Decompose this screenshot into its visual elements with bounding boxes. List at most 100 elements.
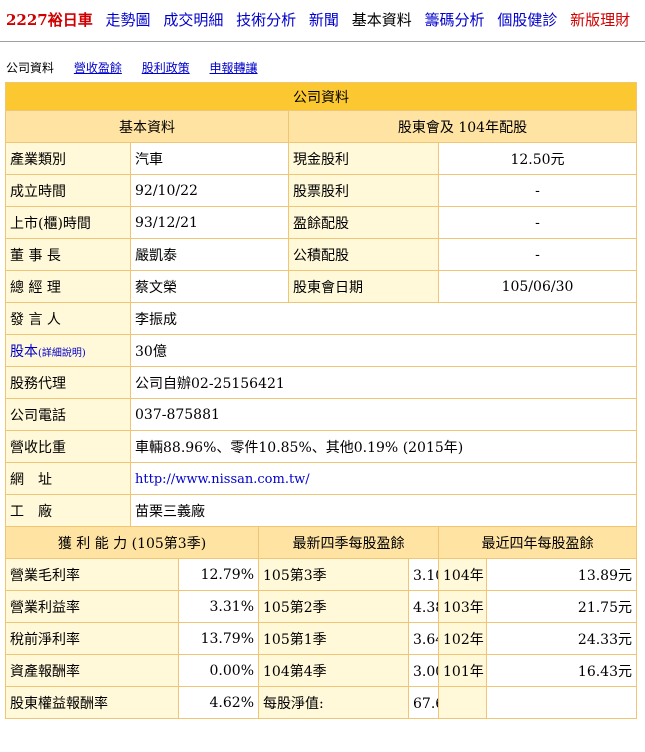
- ratio-value: 13.79%: [178, 622, 259, 655]
- table-row: 營業毛利率 12.79% 105第3季 3.10元 104年 13.89元: [5, 558, 637, 591]
- table-row: 股東權益報酬率 4.62% 每股淨值: 67.60元: [5, 686, 637, 719]
- ratio-label: 資產報酬率: [5, 654, 179, 687]
- table-row: 董 事 長 嚴凱泰 公積配股 -: [5, 238, 637, 271]
- table-row: 公司電話 037-875881: [5, 398, 637, 431]
- annual-eps-header: 最近四年每股盈餘: [438, 526, 637, 559]
- quarter-label: 105第3季: [258, 558, 409, 591]
- nav-link-chip-analysis[interactable]: 籌碼分析: [425, 11, 485, 29]
- ratio-label: 營業毛利率: [5, 558, 179, 591]
- year-eps: 24.33元: [486, 622, 637, 655]
- row-label: 公積配股: [288, 238, 439, 271]
- capital-detail-link[interactable]: (詳細說明): [38, 348, 86, 359]
- year-label: 102年: [438, 622, 487, 655]
- year-eps: 21.75元: [486, 590, 637, 623]
- website-label: 網 址: [5, 462, 131, 495]
- capital-link[interactable]: 股本: [10, 344, 38, 360]
- ratio-value: 0.00%: [178, 654, 259, 687]
- capital-label-cell: 股本(詳細說明): [5, 334, 131, 367]
- quarter-eps: 3.00元: [408, 654, 439, 687]
- quarter-label: 105第1季: [258, 622, 409, 655]
- empty-cell: [486, 686, 637, 719]
- quarter-eps: 3.10元: [408, 558, 439, 591]
- row-label: 產業類別: [5, 142, 131, 175]
- year-label: 103年: [438, 590, 487, 623]
- quarter-label: 105第2季: [258, 590, 409, 623]
- table-row: 上市(櫃)時間 93/12/21 盈餘配股 -: [5, 206, 637, 239]
- table-row: 股本(詳細說明) 30億: [5, 334, 637, 367]
- nav-value: 67.60元: [408, 686, 439, 719]
- quarter-eps: 3.64元: [408, 622, 439, 655]
- table-row: 股務代理 公司自辦02-25156421: [5, 366, 637, 399]
- row-label: 總 經 理: [5, 270, 131, 303]
- factory-value: 苗栗三義廠: [130, 494, 637, 527]
- table-row: 稅前淨利率 13.79% 105第1季 3.64元 102年 24.33元: [5, 622, 637, 655]
- nav-link-basic-info[interactable]: 基本資料: [352, 11, 412, 29]
- ratio-value: 12.79%: [178, 558, 259, 591]
- row-value: 汽車: [130, 142, 289, 175]
- nav-link-news[interactable]: 新聞: [309, 11, 339, 29]
- table-row: 總 經 理 蔡文榮 股東會日期 105/06/30: [5, 270, 637, 303]
- row-label: 上市(櫃)時間: [5, 206, 131, 239]
- table-row: 發 言 人 李振成: [5, 302, 637, 335]
- empty-cell: [438, 686, 487, 719]
- subnav-link-dividend[interactable]: 股利政策: [142, 61, 190, 75]
- subnav-current-company-info: 公司資料: [6, 61, 55, 75]
- year-eps: 16.43元: [486, 654, 637, 687]
- row-label: 股東會日期: [288, 270, 439, 303]
- year-eps: 13.89元: [486, 558, 637, 591]
- table-row: 產業類別 汽車 現金股利 12.50元: [5, 142, 637, 175]
- top-navigation: 2227裕日車 走勢圖 成交明細 技術分析 新聞 基本資料 籌碼分析 個股健診 …: [0, 0, 645, 40]
- row-value: 93/12/21: [130, 206, 289, 239]
- ratio-label: 營業利益率: [5, 590, 179, 623]
- profitability-header: 獲 利 能 力 (105第3季): [5, 526, 259, 559]
- capital-value: 30億: [130, 334, 637, 367]
- quarterly-eps-header: 最新四季每股盈餘: [258, 526, 439, 559]
- spokesperson-value: 李振成: [130, 302, 637, 335]
- row-value: 嚴凱泰: [130, 238, 289, 271]
- factory-label: 工 廠: [5, 494, 131, 527]
- table-row: 營收比重 車輛88.96%、零件10.85%、其他0.19% (2015年): [5, 430, 637, 463]
- website-cell: http://www.nissan.com.tw/: [130, 462, 637, 495]
- shareholder-meeting-header: 股東會及 104年配股: [288, 110, 637, 143]
- subnav-link-transfer[interactable]: 申報轉讓: [210, 61, 258, 75]
- spokesperson-label: 發 言 人: [5, 302, 131, 335]
- row-label: 現金股利: [288, 142, 439, 175]
- row-label: 盈餘配股: [288, 206, 439, 239]
- agent-label: 股務代理: [5, 366, 131, 399]
- revenue-value: 車輛88.96%、零件10.85%、其他0.19% (2015年): [130, 430, 637, 463]
- agent-value: 公司自辦02-25156421: [130, 366, 637, 399]
- phone-label: 公司電話: [5, 398, 131, 431]
- table-row: 營業利益率 3.31% 105第2季 4.38元 103年 21.75元: [5, 590, 637, 623]
- nav-link-transactions[interactable]: 成交明細: [163, 11, 223, 29]
- nav-label: 每股淨值:: [258, 686, 409, 719]
- table-row: 網 址 http://www.nissan.com.tw/: [5, 462, 637, 495]
- nav-link-technical-analysis[interactable]: 技術分析: [236, 11, 296, 29]
- nav-link-stock-diagnosis[interactable]: 個股健診: [497, 11, 557, 29]
- row-value: 12.50元: [438, 142, 637, 175]
- stock-title[interactable]: 2227裕日車: [6, 11, 93, 29]
- phone-value: 037-875881: [130, 398, 637, 431]
- sub-navigation: 公司資料 營收盈餘 股利政策 申報轉讓: [0, 58, 645, 78]
- roe-label: 股東權益報酬率: [5, 686, 179, 719]
- row-value: 105/06/30: [438, 270, 637, 303]
- roe-value: 4.62%: [178, 686, 259, 719]
- year-label: 101年: [438, 654, 487, 687]
- table-row: 成立時間 92/10/22 股票股利 -: [5, 174, 637, 207]
- quarter-label: 104第4季: [258, 654, 409, 687]
- row-value: -: [438, 206, 637, 239]
- divider: [0, 41, 645, 42]
- section-title: 公司資料: [5, 82, 637, 111]
- row-label: 成立時間: [5, 174, 131, 207]
- year-label: 104年: [438, 558, 487, 591]
- row-value: 蔡文榮: [130, 270, 289, 303]
- row-label: 董 事 長: [5, 238, 131, 271]
- row-label: 股票股利: [288, 174, 439, 207]
- nav-link-trend-chart[interactable]: 走勢圖: [106, 11, 151, 29]
- ratio-value: 3.31%: [178, 590, 259, 623]
- revenue-label: 營收比重: [5, 430, 131, 463]
- company-info-table: 公司資料 基本資料 股東會及 104年配股 產業類別 汽車 現金股利 12.50…: [5, 82, 637, 719]
- website-link[interactable]: http://www.nissan.com.tw/: [135, 472, 310, 487]
- subnav-link-revenue[interactable]: 營收盈餘: [74, 61, 122, 75]
- basic-info-header: 基本資料: [5, 110, 289, 143]
- nav-link-new-finance[interactable]: 新版理財: [570, 11, 630, 29]
